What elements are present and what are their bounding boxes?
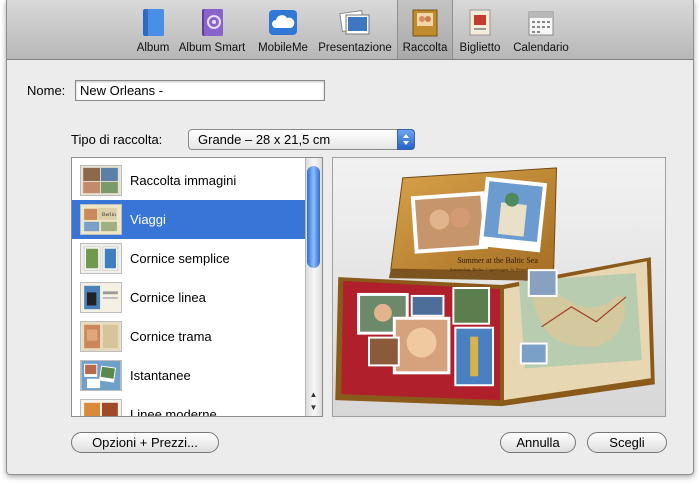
album-icon <box>143 9 164 36</box>
smart-album-icon <box>202 9 223 36</box>
slideshow-icon <box>339 9 370 35</box>
theme-item-istantanee[interactable]: Istantanee <box>72 356 306 395</box>
create-book-dialog: Album Album Smart MobileMe Presentazione… <box>6 0 694 475</box>
calendar-icon <box>528 11 554 36</box>
theme-thumbnail <box>80 165 122 196</box>
svg-text:Berlin: Berlin <box>102 212 116 218</box>
scrollbar-thumb[interactable] <box>307 166 320 268</box>
theme-item-label: Viaggi <box>130 212 166 227</box>
toolbar-item-calendar[interactable]: Calendario <box>509 0 573 59</box>
preview-caption-title: Summer at the Baltic Sea <box>457 256 538 265</box>
toolbar-item-mobileme[interactable]: MobileMe <box>251 0 315 59</box>
theme-item-cornice-trama[interactable]: Cornice trama <box>72 317 306 356</box>
theme-thumbnail <box>80 243 122 274</box>
cancel-button[interactable]: Annulla <box>500 432 576 453</box>
book-name-field[interactable]: New Orleans - <box>75 80 325 101</box>
toolbar-item-book[interactable]: Raccolta <box>397 0 453 59</box>
popup-arrows-icon <box>397 129 415 150</box>
book-icon <box>412 9 438 37</box>
toolbar-label: Album Smart <box>178 42 246 54</box>
book-type-value: Grande – 28 x 21,5 cm <box>198 132 331 147</box>
theme-item-label: Linee moderne <box>130 407 217 417</box>
choose-button[interactable]: Scegli <box>587 432 667 453</box>
book-type-popup[interactable]: Grande – 28 x 21,5 cm <box>188 129 415 150</box>
theme-item-label: Cornice linea <box>130 290 206 305</box>
theme-item-linee-moderne[interactable]: Linee moderne <box>72 395 306 417</box>
closed-book-image: Summer at the Baltic Sea Amsterdam, Berl… <box>388 167 558 282</box>
theme-list-scrollbar[interactable]: ▲ ▼ <box>305 158 322 416</box>
project-type-toolbar: Album Album Smart MobileMe Presentazione… <box>7 0 693 60</box>
toolbar-label: Raccolta <box>402 42 448 54</box>
theme-preview: Summer at the Baltic Sea Amsterdam, Berl… <box>332 157 666 417</box>
theme-item-raccolta-immagini[interactable]: Raccolta immagini <box>72 161 306 200</box>
theme-thumbnail: Berlin <box>80 204 122 235</box>
theme-thumbnail <box>80 360 122 391</box>
theme-thumbnail <box>80 321 122 352</box>
toolbar-label: Calendario <box>513 42 569 54</box>
options-prices-button[interactable]: Opzioni + Prezzi... <box>71 432 219 453</box>
mobileme-cloud-icon <box>269 10 297 35</box>
theme-item-label: Cornice semplice <box>130 251 230 266</box>
scroll-down-arrow-icon[interactable]: ▼ <box>306 401 321 414</box>
toolbar-item-album[interactable]: Album <box>130 0 176 59</box>
theme-item-cornice-semplice[interactable]: Cornice semplice <box>72 239 306 278</box>
toolbar-item-slideshow[interactable]: Presentazione <box>315 0 395 59</box>
theme-item-label: Cornice trama <box>130 329 212 344</box>
toolbar-label: Presentazione <box>318 42 392 54</box>
toolbar-item-card[interactable]: Biglietto <box>453 0 507 59</box>
name-label: Nome: <box>27 83 66 98</box>
book-type-label: Tipo di raccolta: <box>71 132 163 147</box>
toolbar-label: Biglietto <box>459 42 501 54</box>
book-preview-illustration: Summer at the Baltic Sea Amsterdam, Berl… <box>335 167 655 407</box>
theme-item-viaggi[interactable]: Berlin Viaggi <box>72 200 306 239</box>
scroll-up-arrow-icon[interactable]: ▲ <box>306 388 321 401</box>
toolbar-item-smart-album[interactable]: Album Smart <box>176 0 248 59</box>
theme-item-label: Raccolta immagini <box>130 173 237 188</box>
card-icon <box>469 9 491 36</box>
toolbar-label: Album <box>136 42 170 54</box>
theme-thumbnail <box>80 282 122 313</box>
theme-thumbnail <box>80 399 122 416</box>
theme-list[interactable]: Raccolta immagini Berlin Viaggi Cornice … <box>71 157 323 417</box>
toolbar-label: MobileMe <box>258 42 308 54</box>
theme-item-cornice-linea[interactable]: Cornice linea <box>72 278 306 317</box>
theme-item-label: Istantanee <box>130 368 191 383</box>
